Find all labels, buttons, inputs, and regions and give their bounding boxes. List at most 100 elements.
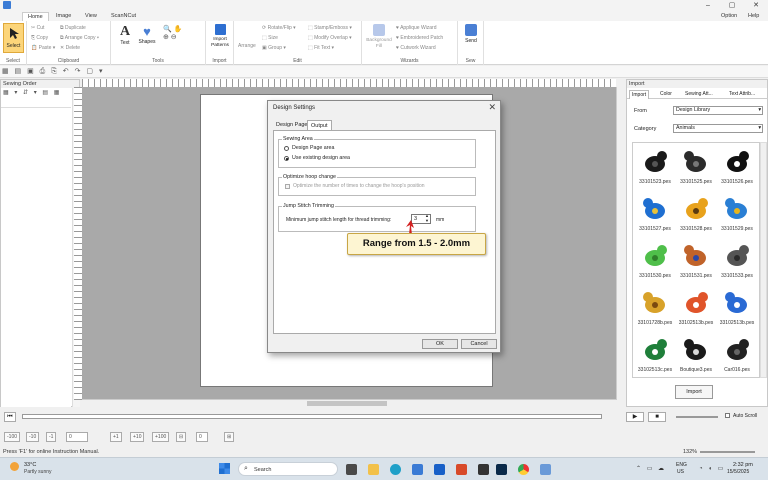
import-button[interactable]: Import	[675, 385, 713, 399]
horizontal-scroll-thumb[interactable]	[307, 401, 387, 406]
stop-button[interactable]: ■	[648, 412, 666, 422]
color-back-button[interactable]: ⊟	[176, 432, 187, 442]
taskbar-search[interactable]: ⌕ Search	[238, 462, 338, 476]
step-back-button[interactable]: ⏮	[4, 412, 16, 422]
zoom-slider[interactable]	[700, 451, 755, 453]
stitch-count-input[interactable]: 0	[66, 432, 88, 442]
outlook-icon[interactable]	[434, 464, 445, 475]
stitch-back-100-button[interactable]: -100	[4, 432, 21, 442]
text-tool-label: Text	[120, 40, 130, 46]
sewing-area-legend: Sewing Area	[282, 136, 314, 142]
design-thumbnail[interactable]: 33101526.pes	[718, 147, 756, 193]
close-window-button[interactable]: ✕	[744, 0, 768, 11]
arrange-copy-button[interactable]: ⧉ Arrange Copy ▾	[60, 35, 99, 41]
edge-icon[interactable]	[390, 464, 401, 475]
network-sound-battery-icons[interactable]: ◔ ◖ ▭	[699, 465, 725, 472]
sewing-order-toolbar[interactable]: ▦ ▾ ⇵ ▾ ▤ ▦	[3, 89, 61, 96]
ribbon: Select Select ✂ Cut ⎘ Copy 📋 Paste ▾ ⧉ D…	[0, 21, 768, 65]
import-patterns-button[interactable]: Import Patterns	[208, 24, 232, 56]
sewing-order-list[interactable]	[1, 107, 71, 407]
design-thumbnail[interactable]: 33101531.pes	[677, 241, 715, 287]
existing-design-area-radio[interactable]	[284, 156, 289, 161]
photoshop-icon[interactable]	[496, 464, 507, 475]
canvas-vertical-scrollbar[interactable]	[616, 87, 625, 400]
task-view-icon[interactable]	[346, 464, 357, 475]
tab-output[interactable]: Output	[307, 120, 332, 130]
minimize-button[interactable]: –	[696, 0, 720, 11]
tab-color[interactable]: Color	[660, 91, 672, 97]
option-menu[interactable]: Option	[716, 12, 742, 21]
design-thumbnail-name: 33101523.pes	[639, 179, 671, 185]
cancel-button[interactable]: Cancel	[461, 339, 497, 349]
color-forward-button[interactable]: ⊞	[224, 432, 235, 442]
copy-button[interactable]: ⎘ Copy	[31, 35, 48, 41]
design-page-area-label: Design Page area	[292, 145, 335, 151]
stitch-back-1-button[interactable]: -1	[46, 432, 57, 442]
design-thumbnail[interactable]: 33102513b.pes	[677, 288, 715, 334]
design-thumbnail[interactable]: 33101523.pes	[636, 147, 674, 193]
maximize-button[interactable]: ▢	[720, 0, 744, 11]
terminal-icon[interactable]	[478, 464, 489, 475]
canvas-horizontal-scrollbar[interactable]	[82, 399, 616, 407]
file-explorer-icon[interactable]	[368, 464, 379, 475]
import-group: Import Patterns Import	[206, 21, 234, 65]
cut-button[interactable]: ✂ Cut	[31, 25, 44, 31]
stitch-back-10-button[interactable]: -10	[26, 432, 40, 442]
design-thumbnail[interactable]: 33101529.pes	[718, 194, 756, 240]
auto-scroll-checkbox[interactable]	[725, 413, 730, 418]
tab-sewing-attributes[interactable]: Sewing Att...	[685, 91, 713, 97]
design-thumbnail[interactable]: 33101528.pes	[677, 194, 715, 240]
mail-icon[interactable]	[456, 464, 467, 475]
start-icon[interactable]	[219, 463, 230, 474]
tab-text-attributes[interactable]: Text Attrib...	[729, 91, 755, 97]
stitch-forward-100-button[interactable]: +100	[152, 432, 170, 442]
category-select-value: Animals	[676, 125, 695, 131]
tab-scanncut[interactable]: ScanNCut	[106, 12, 141, 21]
text-tool-button[interactable]: A Text	[116, 24, 134, 54]
color-count-input[interactable]: 0	[196, 432, 208, 442]
play-button[interactable]: ▶	[626, 412, 644, 422]
design-thumbnail[interactable]: 33102513b.pes	[718, 288, 756, 334]
store-icon[interactable]	[412, 464, 423, 475]
help-menu[interactable]: Help	[743, 12, 764, 21]
app-icon[interactable]	[540, 464, 551, 475]
design-thumbnail[interactable]: 33101728b.pes	[636, 288, 674, 334]
tab-view[interactable]: View	[80, 12, 102, 21]
tools-group: A Text ♥ Shapes 🔍 ✋ ⊕ ⊖ Tools	[111, 21, 206, 65]
design-thumbnail[interactable]: 33102513c.pes	[636, 335, 674, 381]
tab-import[interactable]: Import	[629, 90, 650, 99]
tab-home[interactable]: Home	[22, 12, 49, 21]
stitch-forward-1-button[interactable]: +1	[110, 432, 122, 442]
quick-access-icons[interactable]: ▦ ▤ ▣ ⎙ ⎘ ↶ ↷ ▢ ▾	[2, 67, 104, 76]
delete-button[interactable]: ✕ Delete	[60, 45, 80, 51]
spinner-arrows-icon[interactable]: ▲ ▼	[425, 213, 429, 223]
progress-slider[interactable]	[22, 414, 602, 419]
ok-button[interactable]: OK	[422, 339, 458, 349]
design-thumbnail[interactable]: 33101533.pes	[718, 241, 756, 287]
design-page-area-radio[interactable]	[284, 146, 289, 151]
from-select[interactable]: Design Library ▾	[673, 106, 763, 115]
select-button[interactable]: Select	[3, 23, 24, 53]
duplicate-button[interactable]: ⧉ Duplicate	[60, 25, 86, 31]
tab-image[interactable]: Image	[51, 12, 76, 21]
tab-design-page[interactable]: Design Page	[273, 120, 311, 130]
shapes-button[interactable]: ♥ Shapes	[136, 24, 158, 54]
design-thumbnail[interactable]: 33101527.pes	[636, 194, 674, 240]
send-button[interactable]: Send	[460, 24, 482, 54]
jump-stitch-legend: Jump Stitch Trimming	[282, 203, 335, 209]
weather-icon[interactable]	[10, 462, 19, 471]
design-thumbnail[interactable]: 33101525.pes	[677, 147, 715, 193]
design-thumbnail[interactable]: Boutique3.pes	[677, 335, 715, 381]
zoom-tools-icons[interactable]: 🔍 ✋ ⊕ ⊖	[163, 25, 201, 49]
speed-slider[interactable]	[676, 416, 718, 418]
thumbnail-scrollbar[interactable]	[760, 142, 767, 378]
paste-button[interactable]: 📋 Paste ▾	[31, 45, 55, 51]
chrome-icon[interactable]	[518, 464, 529, 475]
stitch-forward-10-button[interactable]: +10	[130, 432, 145, 442]
design-thumbnail[interactable]: 33101530.pes	[636, 241, 674, 287]
design-thumbnail-name: 33102513b.pes	[678, 320, 714, 326]
dialog-close-button[interactable]: ✕	[488, 102, 496, 113]
tray-icons[interactable]: ⌃ ▭ ☁	[636, 465, 666, 472]
category-select[interactable]: Animals ▾	[673, 124, 763, 133]
design-thumbnail[interactable]: Car016.pes	[718, 335, 756, 381]
